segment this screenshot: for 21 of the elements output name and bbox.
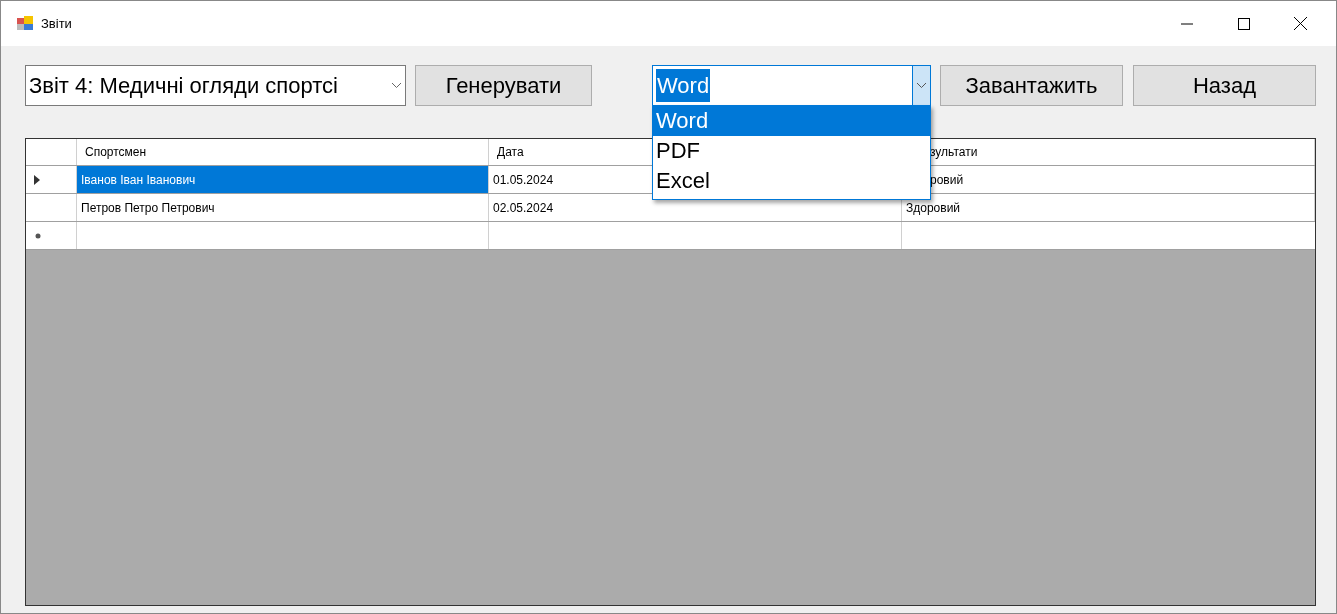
generate-button[interactable]: Генерувати [415, 65, 592, 106]
current-row-icon [34, 174, 40, 185]
column-header[interactable]: Спортсмен [85, 143, 147, 161]
chevron-down-icon [392, 83, 401, 88]
table-cell: Здоровий [902, 194, 1315, 221]
chevron-down-icon [917, 83, 926, 88]
format-select[interactable]: Word [652, 65, 931, 106]
download-button[interactable]: Завантажить [940, 65, 1123, 106]
dropdown-option[interactable]: PDF [653, 136, 930, 166]
dropdown-option[interactable]: Word [653, 106, 930, 136]
column-header[interactable]: зультати [930, 143, 978, 161]
maximize-icon [1237, 17, 1250, 30]
close-icon [1294, 17, 1307, 30]
window-title: Звіти [41, 14, 72, 33]
column-header[interactable]: Дата [497, 143, 524, 161]
report-select[interactable]: Звіт 4: Медичні огляди спортсі [25, 65, 406, 106]
app-icon [17, 15, 33, 32]
new-row-icon [35, 232, 41, 239]
back-button[interactable]: Назад [1133, 65, 1316, 106]
table-cell: Петров Петро Петрович [77, 194, 489, 221]
table-cell: Іванов Іван Іванович [77, 166, 489, 193]
